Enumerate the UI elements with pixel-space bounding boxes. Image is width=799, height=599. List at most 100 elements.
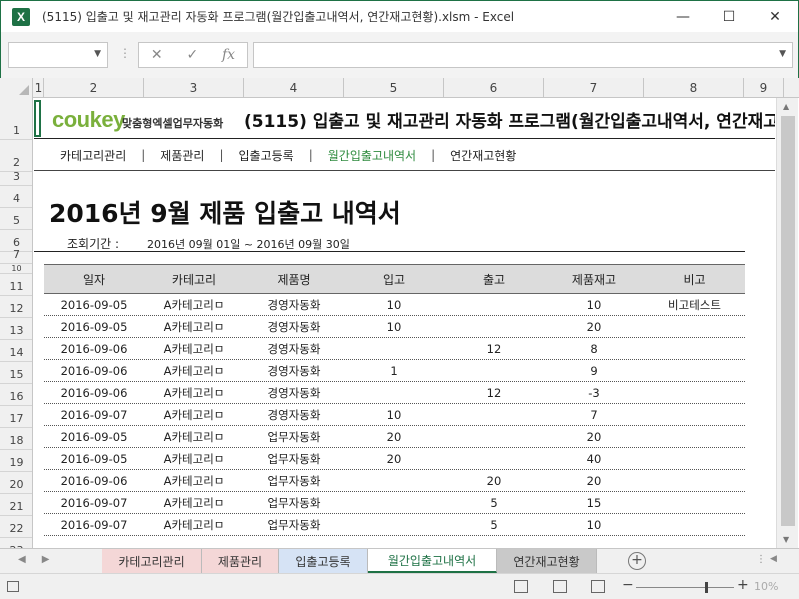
scroll-left-icon[interactable]: ◀ xyxy=(770,554,777,564)
scroll-up-icon[interactable]: ▲ xyxy=(783,102,789,111)
zoom-in-button[interactable]: + xyxy=(737,577,749,593)
enter-icon[interactable]: ✓ xyxy=(186,47,198,63)
row-header[interactable]: 7 xyxy=(0,248,32,264)
selected-cell[interactable] xyxy=(34,100,41,137)
table-cell[interactable]: A카테고리ㅁ xyxy=(144,341,244,357)
table-cell[interactable]: 2016-09-07 xyxy=(44,496,144,510)
row-header[interactable]: 13 xyxy=(0,318,32,340)
row-header[interactable]: 18 xyxy=(0,428,32,450)
column-header[interactable]: 1 xyxy=(34,78,44,98)
table-cell[interactable]: 10 xyxy=(344,320,444,334)
nav-link-category[interactable]: 카테고리관리 xyxy=(60,147,126,164)
sheet-tab-inout-register[interactable]: 입출고등록 xyxy=(279,549,368,573)
nav-link-product[interactable]: 제품관리 xyxy=(160,147,204,164)
table-cell[interactable]: 2016-09-05 xyxy=(44,430,144,444)
table-cell[interactable]: 업무자동화 xyxy=(244,429,344,445)
scroll-down-icon[interactable]: ▼ xyxy=(783,535,789,544)
table-cell[interactable]: 경영자동화 xyxy=(244,319,344,335)
nav-link-monthly-report[interactable]: 월간입출고내역서 xyxy=(328,147,416,164)
close-button[interactable]: ✕ xyxy=(752,1,798,33)
table-cell[interactable]: 경영자동화 xyxy=(244,407,344,423)
normal-view-icon[interactable] xyxy=(514,580,528,593)
table-cell[interactable]: 2016-09-05 xyxy=(44,298,144,312)
table-cell[interactable]: 20 xyxy=(544,320,644,334)
add-sheet-button[interactable]: + xyxy=(628,552,646,570)
insert-function-icon[interactable]: fx xyxy=(222,47,235,63)
minimize-button[interactable]: — xyxy=(660,1,706,33)
table-cell[interactable]: 20 xyxy=(544,474,644,488)
table-cell[interactable]: 5 xyxy=(444,496,544,510)
row-header[interactable]: 2 xyxy=(0,140,32,172)
table-cell[interactable]: A카테고리ㅁ xyxy=(144,473,244,489)
table-cell[interactable]: 경영자동화 xyxy=(244,341,344,357)
table-cell[interactable]: 20 xyxy=(344,452,444,466)
row-header[interactable]: 12 xyxy=(0,296,32,318)
table-cell[interactable]: 2016-09-07 xyxy=(44,408,144,422)
sheet-tab-category[interactable]: 카테고리관리 xyxy=(102,549,202,573)
row-header[interactable]: 22 xyxy=(0,516,32,538)
vertical-scrollbar[interactable]: ▲ ▼ xyxy=(776,98,798,548)
nav-link-inout-register[interactable]: 입출고등록 xyxy=(239,147,294,164)
expand-formula-icon[interactable]: ▼ xyxy=(779,49,786,59)
table-cell[interactable]: A카테고리ㅁ xyxy=(144,407,244,423)
zoom-slider[interactable] xyxy=(636,587,734,588)
table-cell[interactable]: 업무자동화 xyxy=(244,451,344,467)
formula-input[interactable]: ▼ xyxy=(253,42,793,68)
table-cell[interactable]: 20 xyxy=(544,430,644,444)
table-cell[interactable]: A카테고리ㅁ xyxy=(144,451,244,467)
table-cell[interactable]: 10 xyxy=(344,298,444,312)
table-cell[interactable]: 5 xyxy=(444,518,544,532)
table-cell[interactable]: 8 xyxy=(544,342,644,356)
row-header[interactable]: 20 xyxy=(0,472,32,494)
row-header[interactable]: 11 xyxy=(0,274,32,296)
table-cell[interactable]: A카테고리ㅁ xyxy=(144,429,244,445)
table-cell[interactable]: 2016-09-05 xyxy=(44,320,144,334)
table-cell[interactable]: 12 xyxy=(444,386,544,400)
table-cell[interactable]: 20 xyxy=(344,430,444,444)
sheet-tab-product[interactable]: 제품관리 xyxy=(202,549,279,573)
row-header[interactable]: 15 xyxy=(0,362,32,384)
tab-prev-icon[interactable]: ◀ xyxy=(18,554,26,565)
table-cell[interactable]: 40 xyxy=(544,452,644,466)
row-header[interactable]: 23 xyxy=(0,538,32,548)
table-cell[interactable]: 업무자동화 xyxy=(244,495,344,511)
worksheet[interactable]: coukey 맞춤형엑셀업무자동화 (5115) 입출고 및 재고관리 자동화 … xyxy=(34,98,775,548)
column-header[interactable]: 5 xyxy=(344,78,444,98)
column-header[interactable]: 6 xyxy=(444,78,544,98)
macro-record-icon[interactable] xyxy=(7,581,19,592)
table-cell[interactable]: 2016-09-06 xyxy=(44,474,144,488)
page-break-view-icon[interactable] xyxy=(591,580,605,593)
table-cell[interactable]: A카테고리ㅁ xyxy=(144,385,244,401)
zoom-out-button[interactable]: − xyxy=(622,577,634,593)
table-cell[interactable]: 10 xyxy=(344,408,444,422)
table-cell[interactable]: 경영자동화 xyxy=(244,363,344,379)
scroll-thumb[interactable] xyxy=(781,116,795,526)
column-header[interactable]: 4 xyxy=(244,78,344,98)
column-header[interactable]: 7 xyxy=(544,78,644,98)
column-header[interactable]: 2 xyxy=(44,78,144,98)
table-cell[interactable]: 업무자동화 xyxy=(244,473,344,489)
row-header[interactable]: 1 xyxy=(0,98,32,140)
row-header[interactable]: 4 xyxy=(0,186,32,208)
table-cell[interactable]: 2016-09-06 xyxy=(44,364,144,378)
table-cell[interactable]: 7 xyxy=(544,408,644,422)
column-header[interactable]: 8 xyxy=(644,78,744,98)
table-cell[interactable]: 12 xyxy=(444,342,544,356)
row-header[interactable]: 21 xyxy=(0,494,32,516)
column-header[interactable]: 3 xyxy=(144,78,244,98)
table-cell[interactable]: 2016-09-06 xyxy=(44,386,144,400)
table-cell[interactable]: 비고테스트 xyxy=(644,297,745,313)
name-box[interactable]: ▼ xyxy=(8,42,108,68)
table-cell[interactable]: 20 xyxy=(444,474,544,488)
table-cell[interactable]: 9 xyxy=(544,364,644,378)
column-header[interactable]: 9 xyxy=(744,78,784,98)
table-cell[interactable]: 1 xyxy=(344,364,444,378)
table-cell[interactable]: A카테고리ㅁ xyxy=(144,319,244,335)
table-cell[interactable]: A카테고리ㅁ xyxy=(144,495,244,511)
row-header[interactable]: 5 xyxy=(0,208,32,230)
select-all-button[interactable] xyxy=(0,78,33,98)
table-cell[interactable]: 10 xyxy=(544,298,644,312)
table-cell[interactable]: A카테고리ㅁ xyxy=(144,517,244,533)
row-header[interactable]: 17 xyxy=(0,406,32,428)
table-cell[interactable]: 10 xyxy=(544,518,644,532)
